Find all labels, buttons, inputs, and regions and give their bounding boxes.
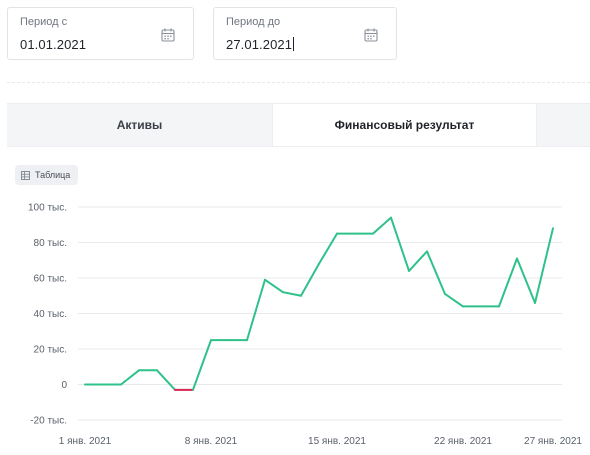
y-tick-label: 0 — [61, 380, 67, 391]
data-point[interactable] — [370, 231, 376, 237]
y-tick-label: 40 тыс. — [34, 309, 67, 320]
financial-result-chart: 100 тыс. 80 тыс. 60 тыс. 40 тыс. 20 тыс. 0 -20… — [28, 203, 583, 448]
data-point[interactable] — [406, 268, 412, 274]
data-point[interactable] — [532, 300, 538, 306]
data-point[interactable] — [298, 293, 304, 299]
data-point[interactable] — [514, 255, 520, 261]
y-tick-label: 60 тыс. — [34, 274, 67, 285]
data-point[interactable] — [424, 248, 430, 254]
y-tick-label: -20 тыс. — [30, 416, 67, 427]
x-axis-labels: 1 янв. 2021 8 янв. 2021 15 янв. 2021 22 янв… — [59, 436, 583, 447]
series-segment — [444, 292, 464, 308]
data-point[interactable] — [496, 303, 502, 309]
data-point[interactable] — [550, 225, 556, 231]
data-point[interactable] — [172, 387, 178, 393]
y-axis-labels: 100 тыс. 80 тыс. 60 тыс. 40 тыс. 20 тыс. 0 -20… — [28, 203, 67, 427]
data-point[interactable] — [226, 337, 232, 343]
data-point[interactable] — [100, 382, 106, 388]
series-segment — [156, 369, 176, 391]
data-point[interactable] — [208, 337, 214, 343]
y-tick-label: 100 тыс. — [28, 203, 67, 214]
data-point[interactable] — [334, 231, 340, 237]
series-segment — [246, 278, 266, 342]
x-tick-label: 27 янв. 2021 — [524, 436, 582, 447]
data-point[interactable] — [478, 303, 484, 309]
series-segment — [120, 369, 140, 386]
data-point[interactable] — [136, 367, 142, 373]
series-segment — [300, 262, 320, 297]
y-tick-label: 80 тыс. — [34, 238, 67, 249]
series-segment — [534, 227, 554, 304]
page: Период с 01.01.2021 Период до 27.01.2021 — [0, 0, 590, 455]
chart-series — [82, 215, 556, 393]
data-point[interactable] — [82, 382, 88, 388]
series-segment — [426, 250, 446, 295]
series-segment — [408, 250, 428, 272]
series-segment — [318, 232, 338, 265]
series-segment — [498, 257, 518, 308]
data-point[interactable] — [118, 382, 124, 388]
series-segment — [192, 339, 212, 391]
data-point[interactable] — [190, 387, 196, 393]
x-tick-label: 1 янв. 2021 — [59, 436, 112, 447]
chart-grid — [78, 206, 562, 421]
data-point[interactable] — [244, 337, 250, 343]
data-point[interactable] — [442, 291, 448, 297]
data-point[interactable] — [280, 289, 286, 295]
data-point[interactable] — [316, 261, 322, 267]
y-tick-label: 20 тыс. — [34, 345, 67, 356]
data-point[interactable] — [352, 231, 358, 237]
x-tick-label: 22 янв. 2021 — [434, 436, 492, 447]
data-point[interactable] — [388, 215, 394, 221]
x-tick-label: 15 янв. 2021 — [308, 436, 366, 447]
series-segment — [372, 216, 392, 235]
x-tick-label: 8 янв. 2021 — [185, 436, 238, 447]
series-segment — [390, 216, 410, 272]
series-segment — [264, 278, 284, 294]
data-point[interactable] — [460, 303, 466, 309]
data-point[interactable] — [262, 277, 268, 283]
data-point[interactable] — [154, 367, 160, 373]
series-segment — [516, 257, 536, 304]
